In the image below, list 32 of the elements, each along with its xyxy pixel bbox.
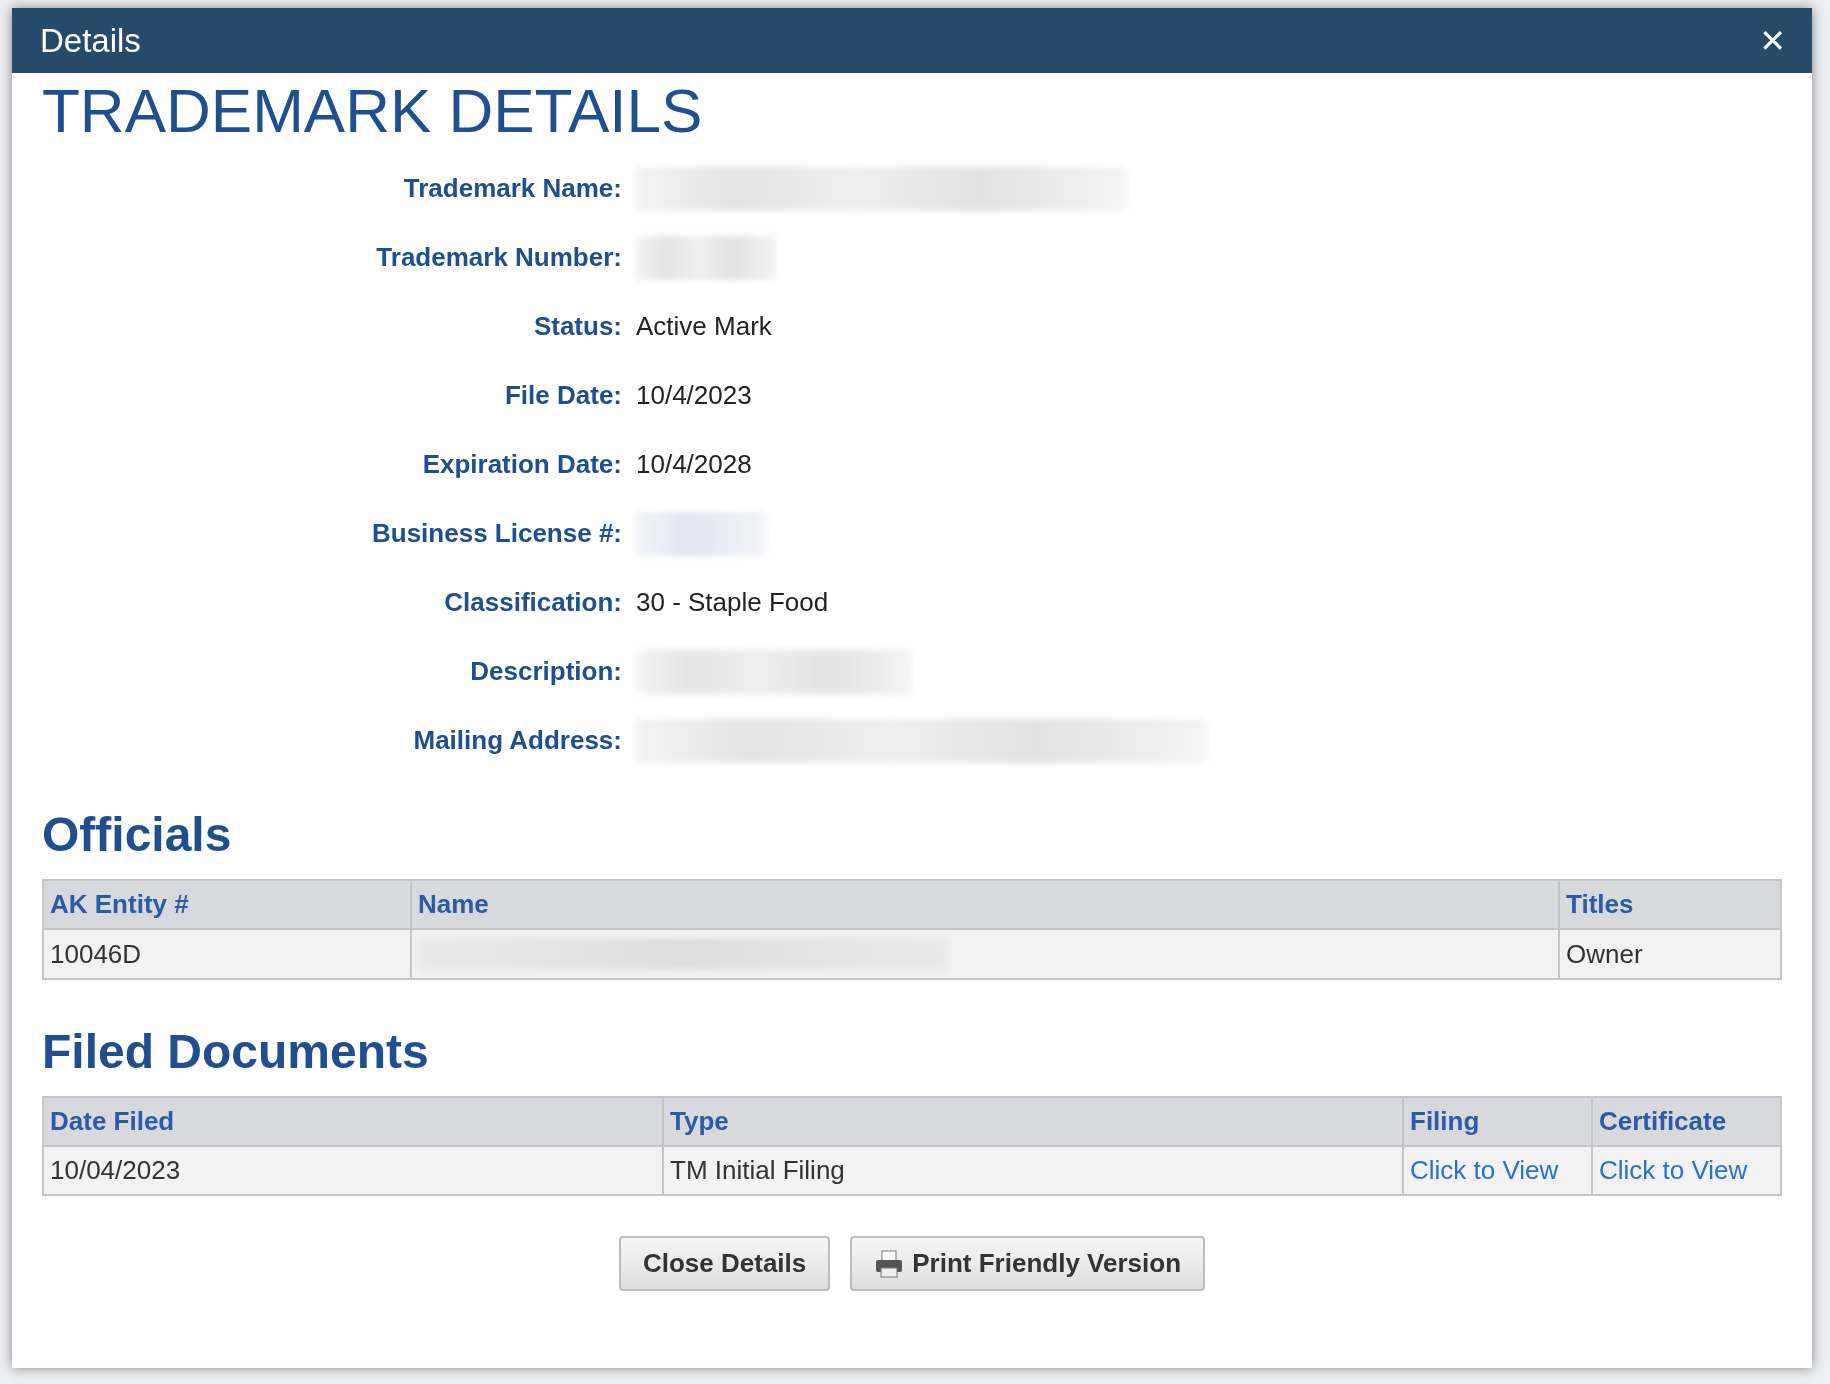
column-header: Date Filed — [43, 1097, 663, 1147]
official-cell: Owner — [1559, 929, 1781, 980]
field-label: Description: — [469, 655, 622, 689]
dialog-title: Details — [40, 21, 141, 60]
printer-icon — [874, 1248, 905, 1279]
field-value: 30 - Staple Food — [636, 587, 830, 619]
field-label: Trademark Number: — [375, 241, 622, 275]
column-header: Type — [663, 1097, 1403, 1147]
field-label: Status: — [532, 310, 622, 344]
official-cell: 10046D — [43, 929, 411, 980]
section-heading: Filed Documents — [42, 1028, 430, 1077]
print-button[interactable]: Print Friendly Version — [850, 1236, 1205, 1292]
column-header: Titles — [1559, 880, 1781, 930]
document-cell: TM Initial Filing — [663, 1146, 1403, 1196]
field-label: Business License #: — [371, 517, 622, 551]
column-header: Filing — [1403, 1097, 1592, 1147]
close-details-button[interactable]: Close Details — [619, 1236, 831, 1292]
document-cell: 10/04/2023 — [43, 1146, 663, 1196]
section-heading: Officials — [42, 811, 233, 860]
page-heading: TRADEMARK DETAILS — [42, 75, 704, 147]
column-header: Name — [411, 880, 1559, 930]
field-label: Trademark Name: — [402, 172, 622, 206]
field-label: Classification: — [443, 586, 622, 620]
close-button[interactable]: ✕ — [1759, 21, 1786, 60]
field-value: 10/4/2023 — [636, 380, 753, 412]
column-header: AK Entity # — [43, 880, 411, 930]
field-label: Mailing Address: — [412, 724, 622, 758]
field-label: Expiration Date: — [421, 448, 622, 482]
field-value: Active Mark — [636, 311, 773, 343]
field-label: File Date: — [503, 379, 622, 413]
column-header: Certificate — [1592, 1097, 1781, 1147]
field-value: 10/4/2028 — [636, 449, 753, 481]
